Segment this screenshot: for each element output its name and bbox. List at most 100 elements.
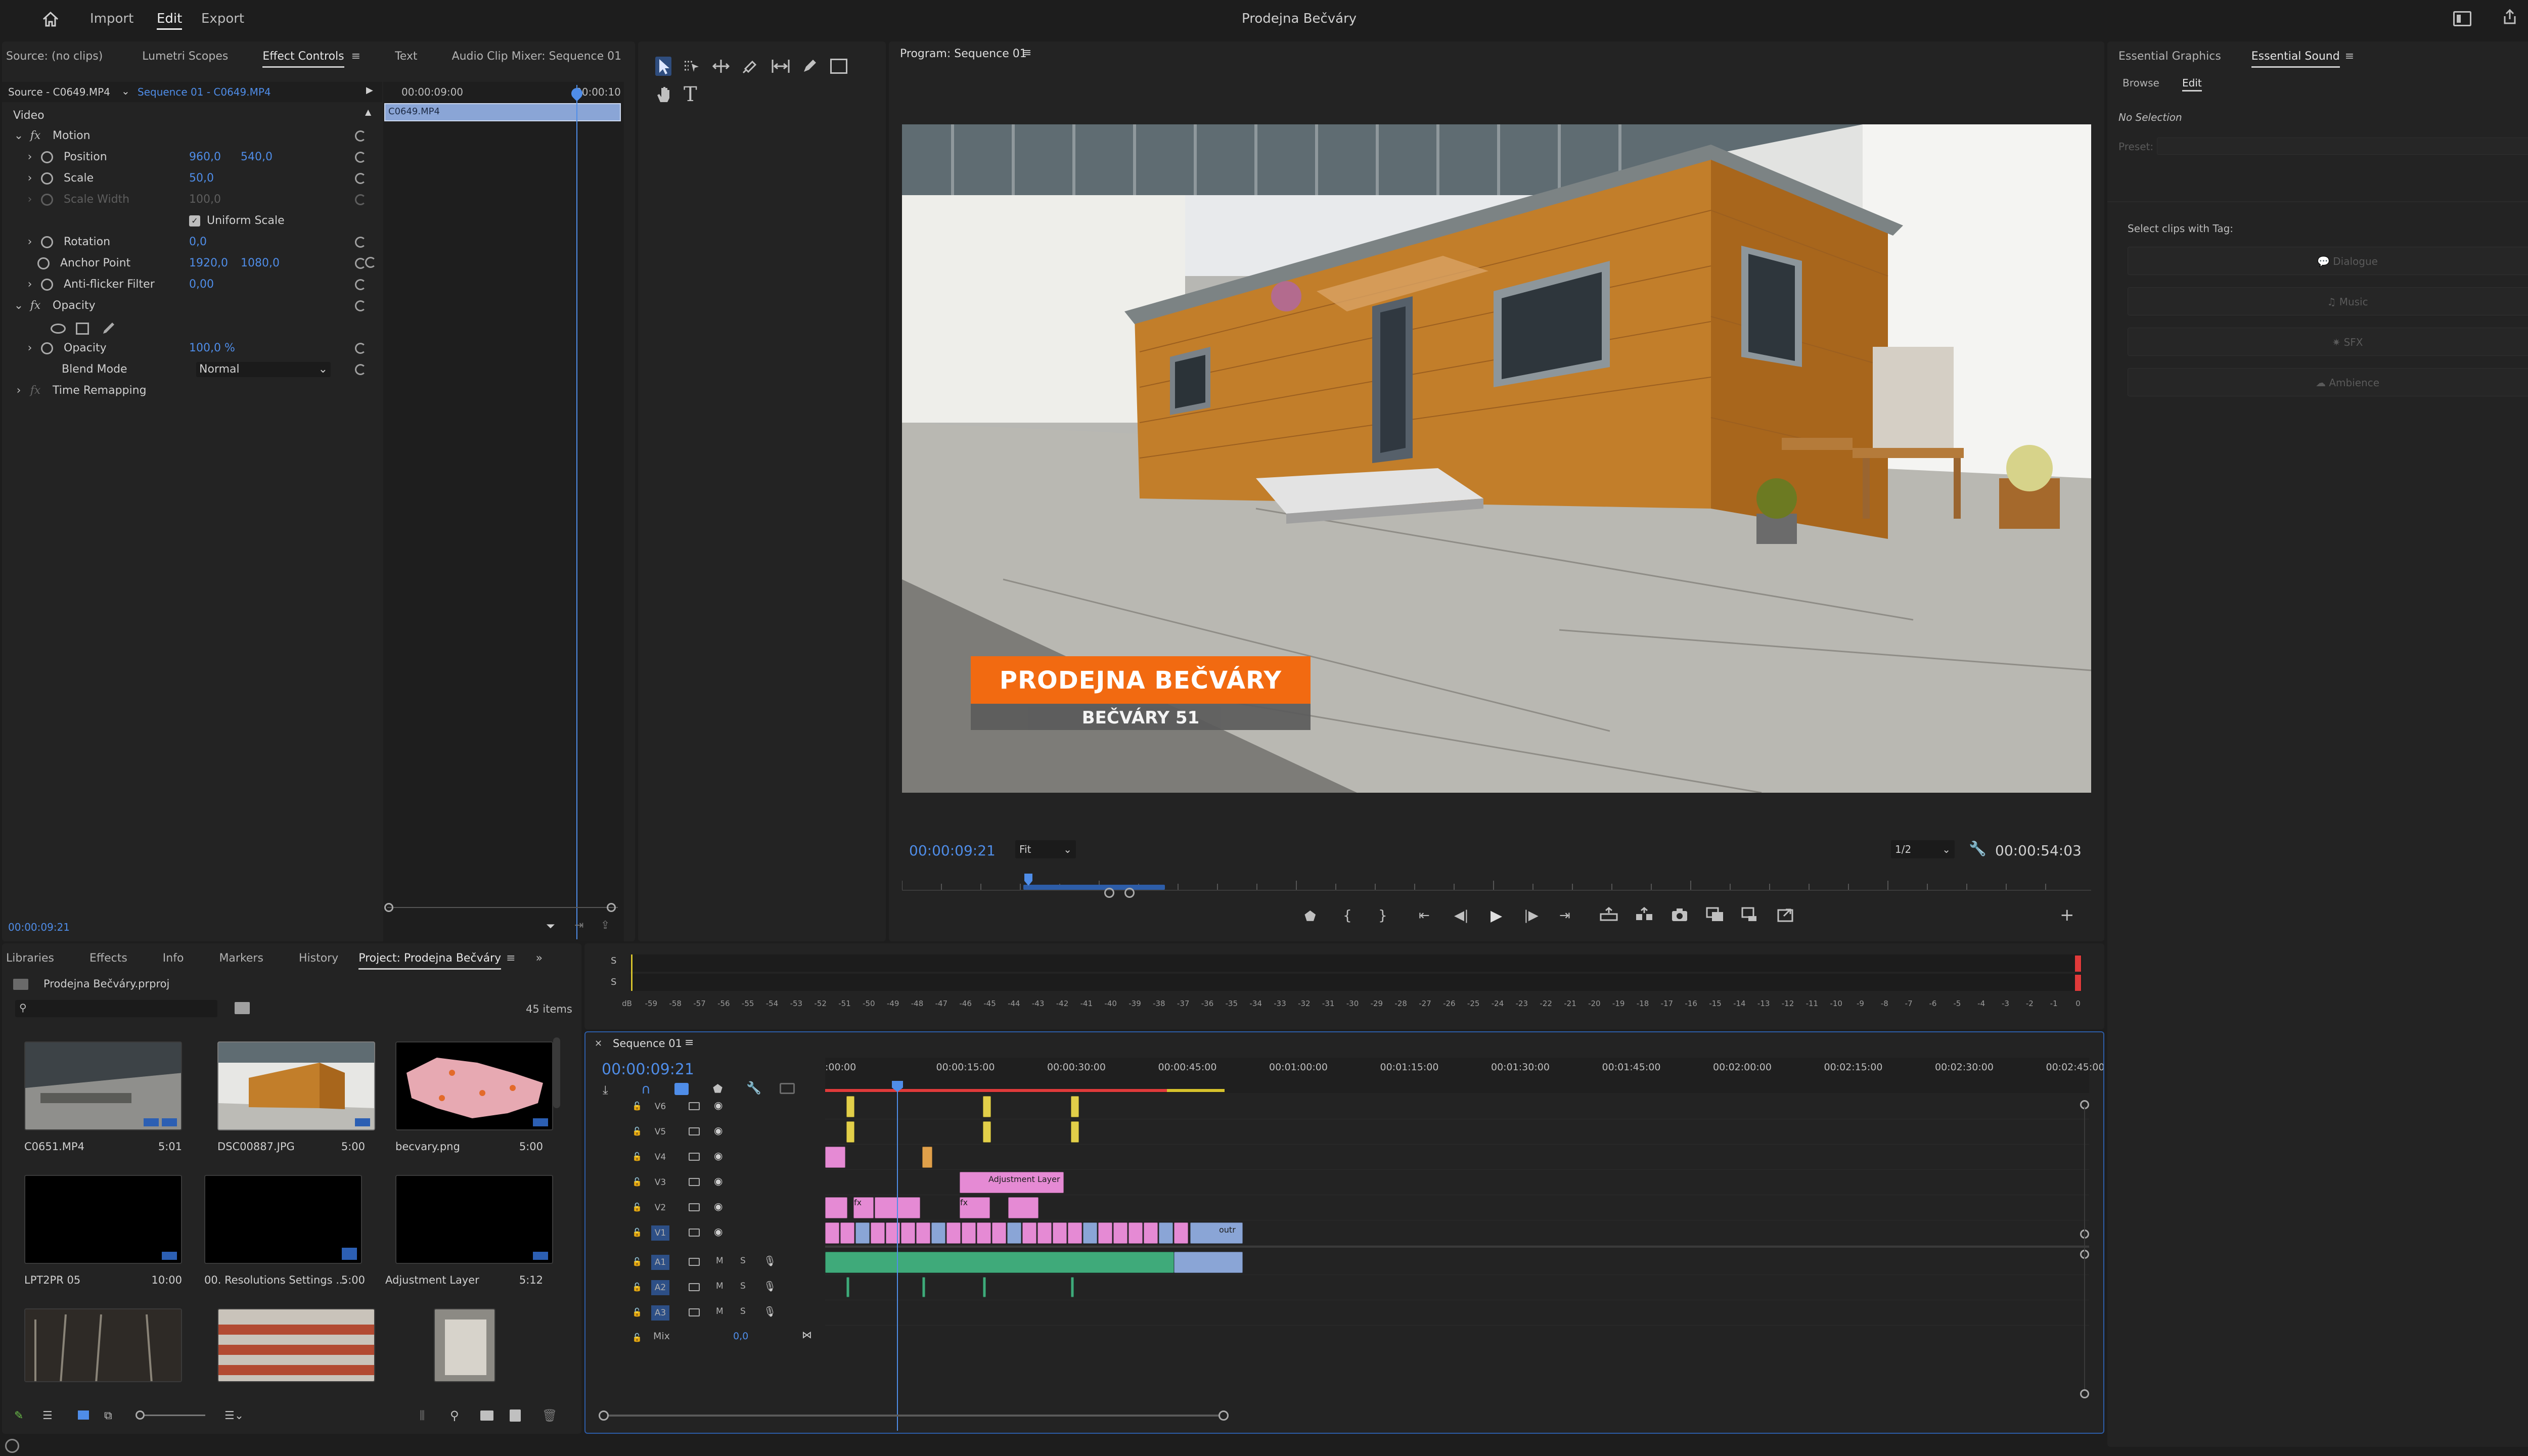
pink-clip[interactable] [1008, 1197, 1039, 1218]
thumbnail-clip-8[interactable] [217, 1308, 375, 1382]
toggle-sync-icon[interactable] [689, 1228, 700, 1237]
rectangle-tool-icon[interactable] [830, 59, 847, 74]
dropdown-icon[interactable]: ⌄ [121, 85, 130, 97]
stopwatch-icon[interactable] [41, 236, 53, 248]
v1-clip[interactable] [1159, 1222, 1173, 1244]
mute-button[interactable]: M [716, 1256, 724, 1266]
trash-icon[interactable]: 🗑 [542, 1408, 557, 1423]
audio-clip-a1[interactable] [825, 1252, 1174, 1273]
eye-icon[interactable]: ◉ [714, 1200, 723, 1212]
overwrite-icon[interactable] [1741, 907, 1759, 922]
lower-third-subtitle-bar[interactable]: BEČVÁRY 51 [971, 704, 1311, 730]
track-label[interactable]: V3 [651, 1175, 669, 1190]
thumbnail-adjustment-layer[interactable] [395, 1175, 553, 1264]
audio-marker[interactable] [846, 1277, 849, 1297]
track-lock-icon[interactable]: 🔓 [632, 1257, 642, 1266]
scroll-up-icon[interactable]: ▲ [365, 107, 371, 117]
tab-audio-clip-mixer[interactable]: Audio Clip Mixer: Sequence 01 [452, 44, 622, 69]
tab-history[interactable]: History [299, 946, 338, 971]
mini-playhead[interactable] [576, 85, 577, 939]
tab-essential-graphics[interactable]: Essential Graphics [2118, 44, 2221, 69]
sfx-button[interactable]: ✷ SFX [2128, 328, 2528, 356]
expand-icon[interactable]: › [24, 147, 35, 168]
play-icon[interactable]: ▶ [366, 85, 373, 96]
tab-libraries[interactable]: Libraries [6, 946, 54, 971]
zoom-slider-handle[interactable] [136, 1410, 145, 1420]
toggle-sync-icon[interactable] [689, 1102, 700, 1110]
adjustment-layer-clip[interactable]: Adjustment Layer [960, 1172, 1064, 1193]
tab-essential-sound[interactable]: Essential Sound [2251, 44, 2340, 69]
tab-effects[interactable]: Effects [89, 946, 127, 971]
mark-out-icon[interactable]: } [1378, 907, 1387, 924]
scale-value[interactable]: 50,0 [189, 168, 214, 189]
video-frame[interactable]: PRODEJNA BEČVÁRY BEČVÁRY 51 [902, 124, 2091, 793]
v1-clip[interactable] [1128, 1222, 1143, 1244]
yellow-clip[interactable] [1071, 1096, 1079, 1117]
program-timecode[interactable]: 00:00:09:21 [909, 842, 996, 859]
lower-third-title-bar[interactable]: PRODEJNA BEČVÁRY [971, 656, 1311, 704]
export-icon[interactable]: ⇪ [601, 919, 610, 932]
freeform-view-icon[interactable]: ⧉ [104, 1409, 112, 1422]
play-button-icon[interactable]: ▶ [1491, 907, 1502, 925]
subtab-edit[interactable]: Edit [2182, 77, 2202, 92]
position-x-value[interactable]: 960,0 [189, 147, 221, 168]
yellow-clip[interactable] [983, 1121, 991, 1143]
v1-clip[interactable] [840, 1222, 854, 1244]
export-frame-camera-icon[interactable] [1671, 907, 1689, 922]
fx-clip[interactable]: fx [960, 1197, 990, 1218]
v1-clip[interactable] [916, 1222, 930, 1244]
timeline-scroll-right-handle[interactable] [1218, 1410, 1229, 1421]
eye-icon[interactable]: ◉ [714, 1150, 723, 1162]
go-to-in-icon[interactable]: ⇤ [1419, 908, 1430, 923]
panel-menu-icon[interactable]: ≡ [351, 50, 360, 63]
expand-icon[interactable]: › [24, 274, 35, 295]
v1-clip[interactable] [1007, 1222, 1021, 1244]
fx-icon[interactable]: fx [28, 125, 43, 147]
fit-select[interactable]: Fit ⌄ [1015, 840, 1076, 858]
opacity-value[interactable]: 100,0 % [189, 338, 235, 359]
reset-icon[interactable] [355, 130, 366, 142]
in-out-range-bar[interactable] [1023, 885, 1165, 890]
extract-icon[interactable] [1635, 907, 1653, 922]
v1-clip[interactable] [946, 1222, 961, 1244]
menu-edit[interactable]: Edit [157, 11, 183, 30]
mute-button[interactable]: M [716, 1281, 724, 1291]
add-button-icon[interactable]: + [2060, 905, 2074, 925]
ambience-button[interactable]: ☁ Ambience [2128, 368, 2528, 396]
motion-row[interactable]: ⌄ fx Motion [13, 125, 377, 147]
reset-icon[interactable] [355, 237, 366, 248]
thumbnail-clip-7[interactable] [24, 1308, 182, 1382]
step-forward-icon[interactable]: |▶ [1524, 908, 1539, 923]
opacity-section-row[interactable]: ⌄ fx Opacity [13, 295, 377, 316]
rectangle-mask-icon[interactable] [76, 323, 89, 335]
v1-clip[interactable] [1053, 1222, 1067, 1244]
v1-clip[interactable] [1022, 1222, 1036, 1244]
v1-clip[interactable] [1174, 1222, 1188, 1244]
reset-icon[interactable] [355, 279, 366, 290]
menu-export[interactable]: Export [201, 11, 244, 26]
toggle-sync-icon[interactable] [689, 1178, 700, 1186]
uniform-scale-checkbox[interactable]: ✓ [189, 215, 200, 226]
timeline-scrollbar[interactable] [602, 1415, 1229, 1417]
sequence-clip-label[interactable]: Sequence 01 - C0649.MP4 [138, 86, 271, 98]
track-lock-icon[interactable]: 🔓 [632, 1282, 642, 1292]
v1-clip[interactable] [1098, 1222, 1112, 1244]
sort-icon[interactable]: ☰⌄ [224, 1409, 244, 1422]
export-frame-icon[interactable]: ⇥ [574, 919, 583, 932]
tab-markers[interactable]: Markers [219, 946, 263, 971]
reset-icon[interactable] [355, 152, 366, 163]
music-button[interactable]: ♫ Music [2128, 287, 2528, 315]
export-share-icon[interactable] [1777, 907, 1795, 922]
filter-icon[interactable]: ⏷ [546, 920, 555, 933]
insert-icon[interactable] [1706, 907, 1724, 922]
track-lock-icon[interactable]: 🔓 [632, 1126, 642, 1136]
tab-source[interactable]: Source: (no clips) [6, 44, 103, 69]
track-select-tool-icon[interactable] [683, 59, 701, 74]
eye-icon[interactable]: ◉ [714, 1225, 723, 1238]
v1-clip[interactable] [1068, 1222, 1082, 1244]
add-marker-icon[interactable]: ⬟ [1304, 909, 1316, 924]
v1-clip[interactable] [1113, 1222, 1127, 1244]
scroll-handle-right[interactable] [607, 903, 616, 912]
orange-clip[interactable] [922, 1147, 932, 1168]
mix-collapse-icon[interactable]: ⋈ [802, 1329, 812, 1341]
